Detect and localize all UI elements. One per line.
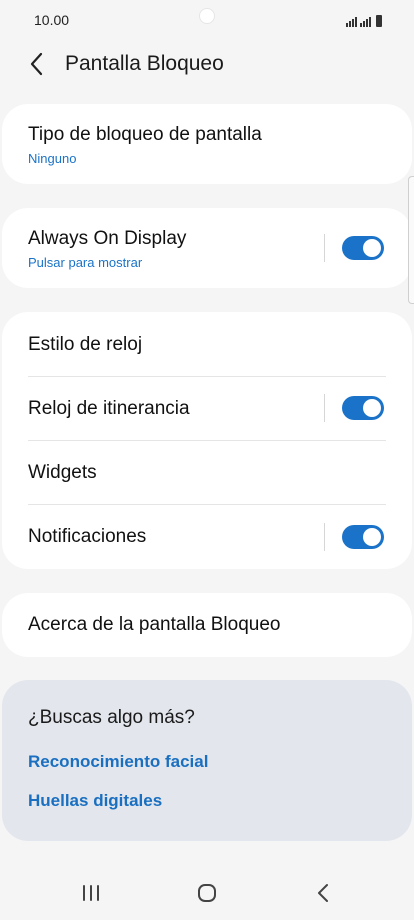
chevron-left-icon (30, 52, 43, 76)
status-icons (346, 13, 382, 27)
aod-toggle[interactable] (342, 236, 384, 260)
roaming-clock-toggle[interactable] (342, 396, 384, 420)
nav-back-icon (318, 884, 328, 902)
recents-icon (83, 885, 99, 901)
navigation-bar (0, 862, 414, 920)
divider (324, 394, 325, 422)
page-title: Pantalla Bloqueo (65, 52, 224, 75)
back-button[interactable] (22, 49, 52, 79)
toggle-knob (363, 528, 381, 546)
nav-back-button[interactable] (308, 878, 338, 908)
toggle-knob (363, 399, 381, 417)
aod-subtitle: Pulsar para mostrar (28, 255, 143, 270)
roaming-clock-row[interactable]: Reloj de itinerancia (2, 376, 412, 440)
about-card[interactable]: Acerca de la pantalla Bloqueo (2, 593, 412, 657)
about-label: Acerca de la pantalla Bloqueo (28, 614, 281, 635)
divider (324, 523, 325, 551)
header: Pantalla Bloqueo (0, 40, 414, 90)
widgets-row[interactable]: Widgets (2, 440, 412, 504)
settings-card: Estilo de reloj Reloj de itinerancia Wid… (2, 312, 412, 569)
aod-card[interactable]: Always On Display Pulsar para mostrar (2, 208, 412, 288)
roaming-clock-label: Reloj de itinerancia (28, 398, 190, 419)
camera-cutout (199, 8, 215, 24)
face-recognition-link[interactable]: Reconocimiento facial (28, 752, 208, 772)
clock-style-row[interactable]: Estilo de reloj (2, 312, 412, 376)
battery-icon (376, 15, 382, 27)
status-time: 10.00 (34, 12, 70, 28)
widgets-label: Widgets (28, 462, 97, 483)
notifications-label: Notificaciones (28, 526, 147, 547)
signal-icon (346, 17, 357, 27)
divider (324, 234, 325, 262)
suggestions-card: ¿Buscas algo más? Reconocimiento facial … (2, 680, 412, 841)
suggestions-title: ¿Buscas algo más? (28, 707, 195, 728)
lock-type-card[interactable]: Tipo de bloqueo de pantalla Ninguno (2, 104, 412, 184)
lock-type-value: Ninguno (28, 151, 77, 166)
notifications-row[interactable]: Notificaciones (2, 504, 412, 569)
lock-type-title: Tipo de bloqueo de pantalla (28, 124, 262, 145)
toggle-knob (363, 239, 381, 257)
clock-style-label: Estilo de reloj (28, 334, 143, 355)
recents-button[interactable] (76, 878, 106, 908)
fingerprints-link[interactable]: Huellas digitales (28, 791, 162, 811)
edge-panel-handle[interactable] (408, 176, 414, 304)
notifications-toggle[interactable] (342, 525, 384, 549)
home-icon (198, 884, 216, 902)
aod-title: Always On Display (28, 228, 187, 249)
home-button[interactable] (192, 878, 222, 908)
status-bar: 10.00 (0, 0, 414, 40)
signal-icon (360, 17, 371, 27)
